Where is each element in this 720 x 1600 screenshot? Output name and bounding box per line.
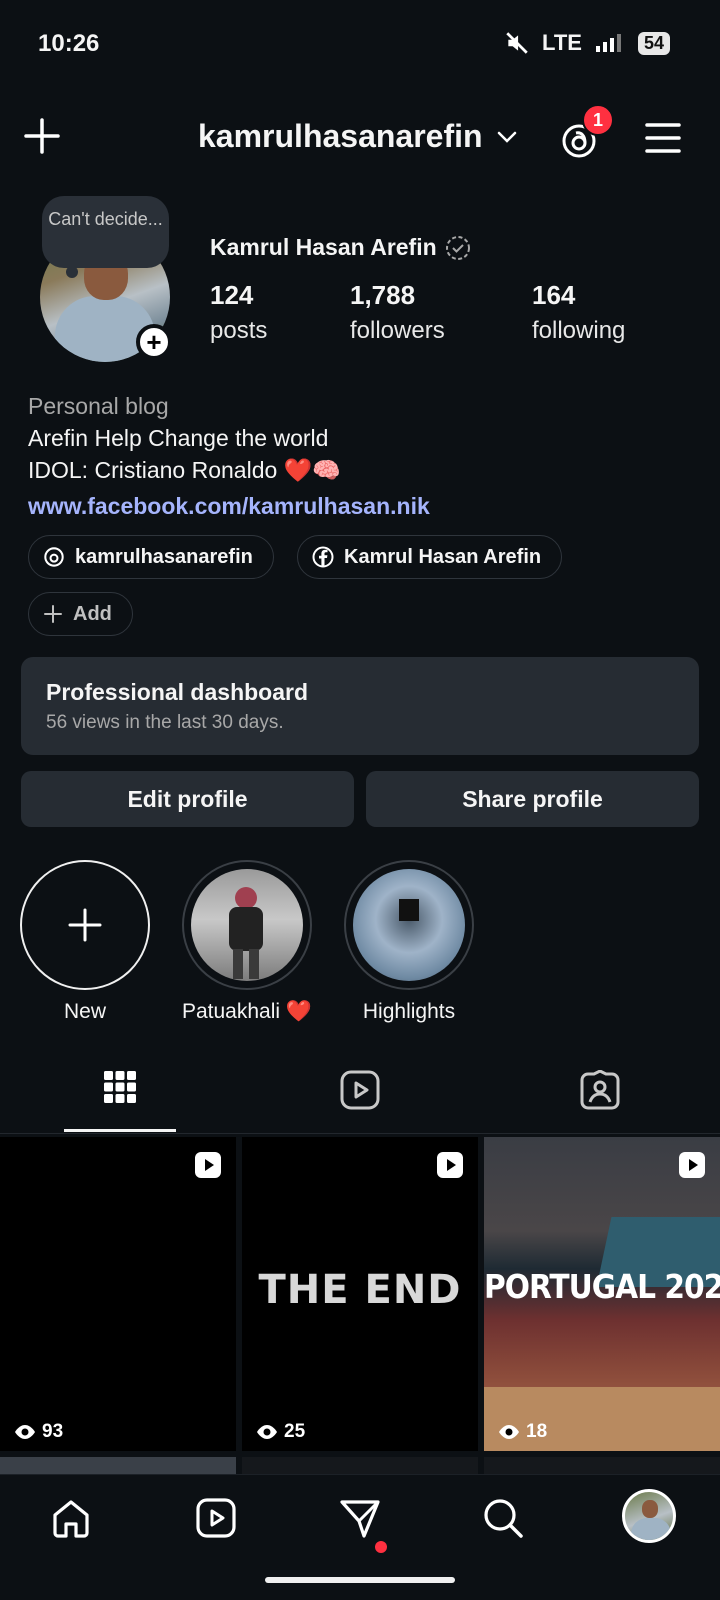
plus-icon: [68, 908, 102, 942]
bio-line-1: Arefin Help Change the world: [28, 425, 329, 451]
unread-dot: [375, 1541, 387, 1553]
reel-badge-icon: [679, 1152, 705, 1178]
reels-tab-icon[interactable]: [340, 1070, 380, 1110]
stat-following[interactable]: 164 following: [532, 280, 625, 345]
highlight-ring: [344, 860, 474, 990]
search-icon[interactable]: [482, 1497, 524, 1539]
view-count: 93: [14, 1421, 63, 1443]
plus-icon: [44, 605, 62, 623]
bio-link[interactable]: www.facebook.com/kamrulhasan.nik: [28, 490, 430, 522]
bio-category: Personal blog: [28, 393, 169, 419]
add-story-icon[interactable]: +: [136, 324, 172, 360]
highlight-label: New: [63, 1000, 106, 1023]
create-plus-icon[interactable]: [24, 118, 60, 154]
highlight-cover-image: [191, 869, 303, 981]
chevron-down-icon: [497, 131, 516, 143]
view-count-text: 25: [284, 1421, 306, 1442]
post-tile[interactable]: PORTUGAL 2026 18: [484, 1137, 720, 1451]
reels-icon[interactable]: [195, 1497, 237, 1539]
view-count-text: 93: [42, 1421, 64, 1442]
stat-posts[interactable]: 124 posts: [210, 280, 267, 345]
highlight-label: Highlights: [362, 1000, 456, 1023]
add-link-label: Add: [73, 602, 112, 625]
view-count: 25: [256, 1421, 305, 1443]
eye-icon: [15, 1425, 35, 1439]
eye-icon: [499, 1425, 519, 1439]
threads-chip[interactable]: kamrulhasanarefin: [28, 535, 274, 579]
share-profile-button[interactable]: Share profile: [366, 771, 699, 827]
threads-chip-label: kamrulhasanarefin: [75, 545, 253, 568]
menu-icon[interactable]: [645, 122, 681, 154]
notification-badge: 1: [582, 104, 614, 136]
reel-badge-icon: [195, 1152, 221, 1178]
network-label: LTE: [542, 30, 582, 55]
eye-icon: [257, 1425, 277, 1439]
post-tile[interactable]: 93: [0, 1137, 236, 1451]
active-tab-indicator: [64, 1129, 176, 1132]
note-bubble-tail: [66, 266, 78, 278]
home-indicator: [265, 1577, 455, 1583]
verified-dashed-icon: [445, 235, 470, 260]
stat-followers[interactable]: 1,788 followers: [350, 280, 445, 345]
grid-icon[interactable]: [103, 1070, 137, 1104]
profile-tabs: [0, 1060, 720, 1134]
bio-line-2: IDOL: Cristiano Ronaldo ❤️🧠: [28, 457, 341, 483]
stat-followers-value: 1,788: [350, 280, 416, 310]
professional-dashboard[interactable]: Professional dashboard 56 views in the l…: [21, 657, 699, 755]
stat-posts-label: posts: [210, 317, 268, 344]
mute-icon: [506, 32, 528, 54]
display-name-text: Kamrul Hasan Arefin: [210, 234, 437, 260]
stat-following-value: 164: [532, 280, 576, 310]
stat-followers-label: followers: [350, 317, 445, 344]
bio: Personal blog Arefin Help Change the wor…: [28, 390, 430, 522]
battery-icon: 54: [637, 31, 670, 55]
highlight-new[interactable]: New: [19, 860, 151, 1024]
new-highlight-ring: [20, 860, 150, 990]
stat-posts-value: 124: [210, 280, 254, 310]
highlight-patuakhali[interactable]: Patuakhali ❤️: [181, 860, 313, 1024]
facebook-chip-label: Kamrul Hasan Arefin: [344, 545, 542, 568]
view-count-text: 18: [526, 1421, 548, 1442]
tagged-icon[interactable]: [580, 1070, 620, 1110]
signal-icon: [595, 34, 621, 52]
status-icons: LTE 54: [504, 30, 670, 56]
highlight-highlights[interactable]: Highlights: [343, 860, 475, 1024]
post-tile[interactable]: THE END 25: [242, 1137, 478, 1451]
status-bar: 10:26 LTE 54: [0, 0, 720, 90]
account-switcher[interactable]: kamrulhasanarefin: [198, 118, 517, 155]
header-username: kamrulhasanarefin: [198, 118, 483, 154]
note-bubble[interactable]: Can't decide...: [42, 196, 169, 268]
facebook-icon: [312, 546, 334, 568]
facebook-chip[interactable]: Kamrul Hasan Arefin: [297, 535, 563, 579]
edit-profile-button[interactable]: Edit profile: [21, 771, 354, 827]
post-caption-text: THE END: [258, 1267, 462, 1313]
add-link-chip[interactable]: Add: [28, 592, 133, 636]
stat-following-label: following: [532, 317, 626, 344]
display-name: Kamrul Hasan Arefin: [210, 234, 471, 261]
reel-badge-icon: [437, 1152, 463, 1178]
highlight-label: Patuakhali ❤️: [181, 1000, 313, 1023]
direct-icon[interactable]: [338, 1497, 382, 1541]
threads-icon: [44, 547, 64, 567]
view-count: 18: [498, 1421, 547, 1443]
dashboard-subtitle: 56 views in the last 30 days.: [46, 712, 284, 733]
dashboard-title: Professional dashboard: [46, 679, 309, 705]
home-icon[interactable]: [50, 1497, 92, 1539]
profile-tab-avatar[interactable]: [622, 1489, 676, 1543]
post-caption-text: PORTUGAL 2026: [484, 1267, 720, 1306]
highlight-cover-image: [353, 869, 465, 981]
status-time: 10:26: [38, 30, 100, 57]
highlight-ring: [182, 860, 312, 990]
